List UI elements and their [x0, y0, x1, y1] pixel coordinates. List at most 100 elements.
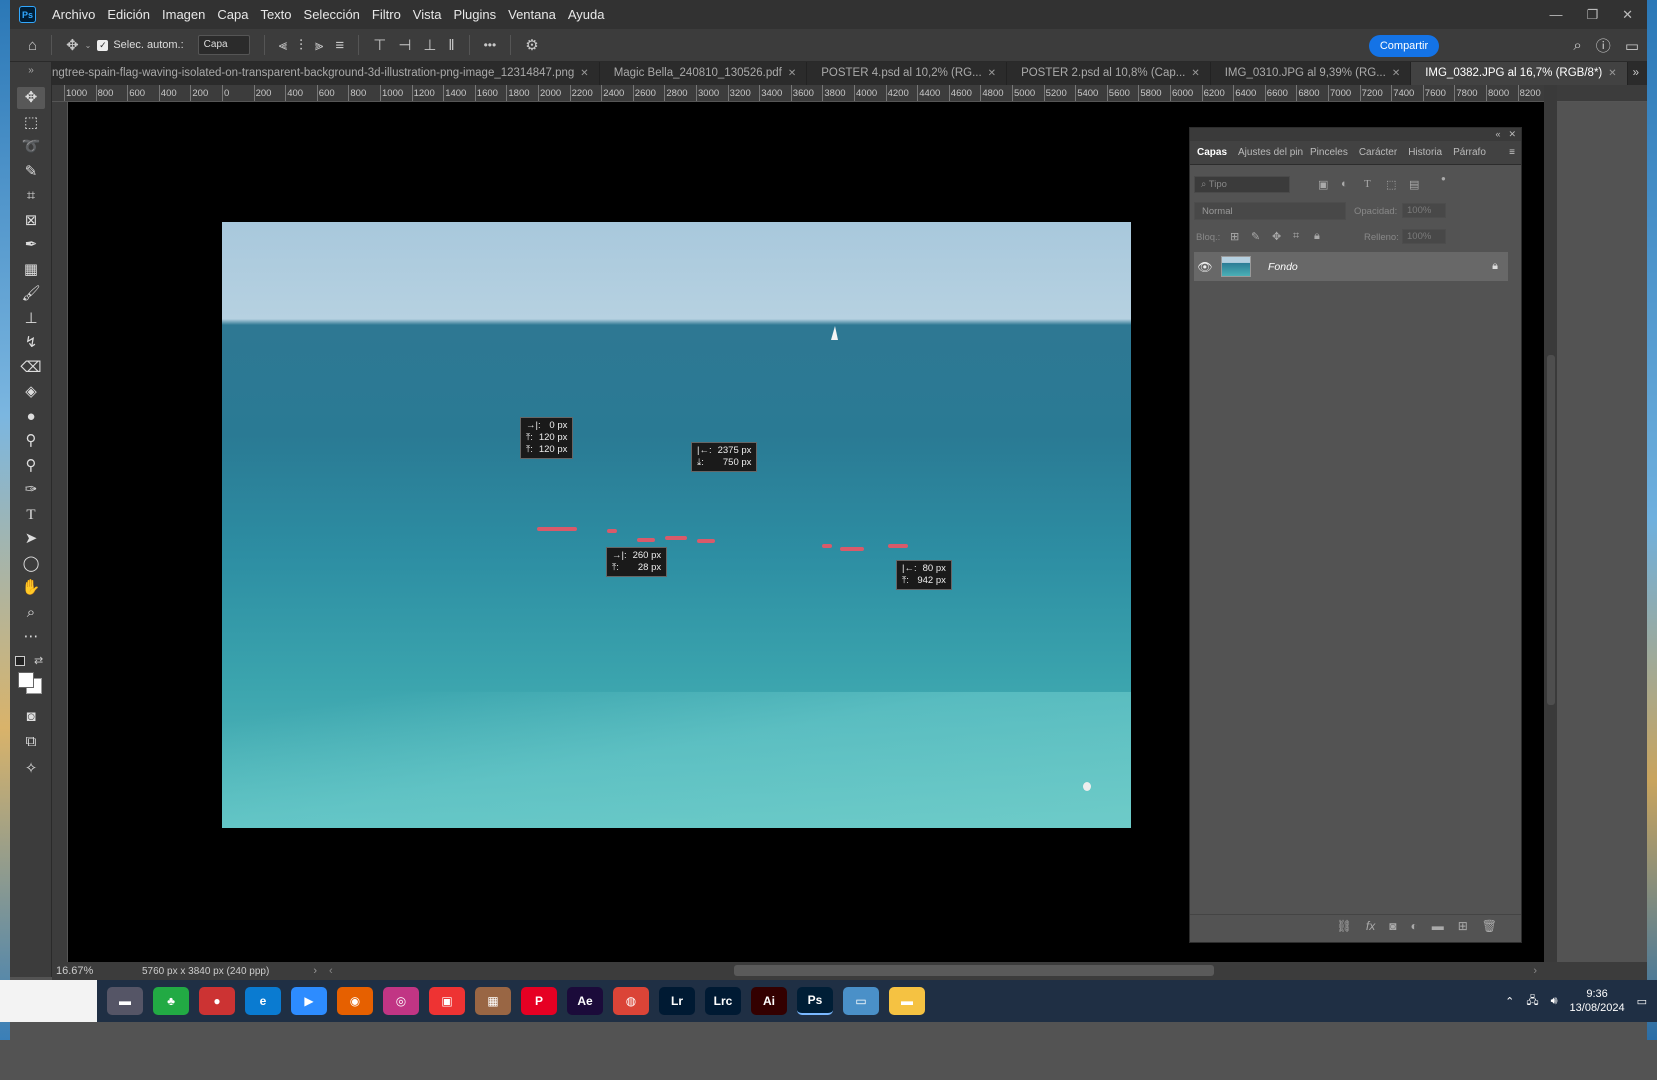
marquee-tool-icon[interactable]: ⬚	[17, 112, 45, 134]
zoom-level[interactable]: 16.67%	[52, 965, 112, 977]
image-filter-icon[interactable]: ▣	[1318, 178, 1328, 191]
menu-vista[interactable]: Vista	[407, 7, 448, 22]
menu-texto[interactable]: Texto	[254, 7, 297, 22]
sponge-tool-icon[interactable]: ⚲	[17, 455, 45, 477]
fill-input[interactable]: 100%	[1402, 229, 1446, 244]
brush-tool-icon[interactable]: 🖌	[17, 283, 45, 305]
new-group-icon[interactable]: ▬	[1432, 919, 1444, 933]
close-icon[interactable]: ✕	[788, 62, 796, 85]
tab-historia[interactable]: Historia	[1401, 147, 1446, 158]
home-icon[interactable]: ⌂	[28, 37, 37, 54]
eyedropper-tool-icon[interactable]: ✒	[17, 234, 45, 256]
taskbar-app-canva-icon[interactable]: ▣	[429, 987, 465, 1015]
chevron-down-icon[interactable]: ⌄	[85, 41, 92, 50]
frame-tool-icon[interactable]: ⊠	[17, 210, 45, 232]
expand-panel-icon[interactable]: »	[17, 60, 45, 82]
collapse-panel-icon[interactable]: «	[1495, 128, 1500, 141]
vertical-scrollbar[interactable]	[1544, 85, 1557, 962]
filter-toggle-icon[interactable]: ●	[1441, 174, 1446, 183]
scroll-right-icon[interactable]: ›	[1533, 965, 1537, 977]
align-hcenter-icon[interactable]: ⫶	[299, 37, 303, 54]
dodge-tool-icon[interactable]: ⚲	[17, 430, 45, 452]
layer-style-icon[interactable]: fx	[1366, 919, 1375, 933]
new-layer-icon[interactable]: ⊞	[1458, 919, 1468, 933]
foreground-color-swatch[interactable]	[18, 672, 34, 688]
move-tool-icon[interactable]: ✥	[66, 36, 79, 54]
menu-edicion[interactable]: Edición	[101, 7, 156, 22]
shape-filter-icon[interactable]: ⬚	[1386, 178, 1396, 191]
menu-ayuda[interactable]: Ayuda	[562, 7, 611, 22]
lasso-tool-icon[interactable]: ➰	[17, 136, 45, 158]
layer-name[interactable]: Fondo	[1268, 261, 1298, 273]
tab-img-0382[interactable]: IMG_0382.JPG al 16,7% (RGB/8*) ✕	[1411, 62, 1628, 85]
taskbar-app-media-icon[interactable]: ▦	[475, 987, 511, 1015]
gear-icon[interactable]: ⚙	[525, 36, 538, 54]
link-layers-icon[interactable]: ⛓	[1337, 919, 1352, 933]
scrollbar-thumb[interactable]	[1547, 355, 1555, 705]
taskbar-app-instagram-icon[interactable]: ◎	[383, 987, 419, 1015]
chevron-right-icon[interactable]: ›	[313, 965, 317, 977]
blend-mode-dropdown[interactable]: Normal	[1194, 202, 1346, 220]
align-vcenter-icon[interactable]: ⊣	[398, 36, 411, 54]
menu-plugins[interactable]: Plugins	[447, 7, 502, 22]
close-icon[interactable]: ✕	[1191, 62, 1199, 85]
taskbar-app-lr-icon[interactable]: Lr	[659, 987, 695, 1015]
crop-tool-icon[interactable]: ⌗	[17, 185, 45, 207]
path-selection-tool-icon[interactable]: ➤	[17, 528, 45, 550]
lock-icon[interactable]: 🔒︎	[1492, 260, 1498, 273]
distribute-vertical-icon[interactable]: ‖	[448, 37, 454, 54]
taskbar-app-ps-icon[interactable]: Ps	[797, 987, 833, 1015]
taskbar-app-pinterest-icon[interactable]: P	[521, 987, 557, 1015]
maximize-button[interactable]: ❐	[1586, 7, 1598, 23]
menu-capa[interactable]: Capa	[211, 7, 254, 22]
document-image[interactable]: →|: 0 px ⤒: 120 px ⤒: 120 px |←: 2375 px ⤓: 7…	[222, 222, 1131, 828]
align-bottom-icon[interactable]: ⊥	[423, 36, 436, 54]
eraser-tool-icon[interactable]: ⌫	[17, 357, 45, 379]
type-filter-icon[interactable]: T	[1364, 178, 1371, 190]
taskbar-app-lrc-icon[interactable]: Lrc	[705, 987, 741, 1015]
distribute-horizontal-icon[interactable]: ≡	[335, 37, 344, 54]
ellipse-tool-icon[interactable]: ◯	[17, 553, 45, 575]
auto-select-checkbox[interactable]: ✓	[97, 39, 109, 51]
quick-mask-icon[interactable]: ◙	[17, 706, 45, 728]
zoom-tool-icon[interactable]: ⌕	[17, 602, 45, 624]
menu-archivo[interactable]: Archivo	[46, 7, 101, 22]
close-icon[interactable]: ✕	[1608, 62, 1616, 85]
align-top-icon[interactable]: ⊤	[373, 36, 386, 54]
taskbar-app-firefox-icon[interactable]: ◉	[337, 987, 373, 1015]
clock[interactable]: 9:36 13/08/2024	[1570, 987, 1625, 1015]
scroll-left-icon[interactable]: ‹	[329, 965, 333, 977]
close-icon[interactable]: ✕	[988, 62, 996, 85]
tab-caracter[interactable]: Carácter	[1352, 147, 1401, 158]
add-mask-icon[interactable]: ◙	[1389, 919, 1396, 933]
chevron-up-icon[interactable]: ⌃	[1505, 995, 1514, 1008]
minimize-button[interactable]: —	[1549, 7, 1562, 22]
paint-bucket-tool-icon[interactable]: ◈	[17, 381, 45, 403]
generative-icon[interactable]: ✧	[17, 758, 45, 780]
taskbar-app-edge-icon[interactable]: e	[245, 987, 281, 1015]
tab-capas[interactable]: Capas	[1190, 147, 1231, 158]
tab-img-0310[interactable]: IMG_0310.JPG al 9,39% (RG... ✕	[1211, 62, 1412, 85]
lock-artboard-icon[interactable]: ⌗	[1293, 230, 1299, 243]
taskbar-app-photos-icon[interactable]: ▭	[843, 987, 879, 1015]
share-button[interactable]: Compartir	[1369, 35, 1439, 57]
taskbar-app-game-icon[interactable]: ♣	[153, 987, 189, 1015]
search-icon[interactable]: ⌕	[1573, 37, 1581, 54]
layer-row[interactable]: 👁︎ Fondo 🔒︎	[1194, 252, 1508, 281]
close-panel-icon[interactable]: ✕	[1508, 128, 1516, 141]
healing-brush-tool-icon[interactable]: ▦	[17, 259, 45, 281]
menu-filtro[interactable]: Filtro	[366, 7, 407, 22]
adjustment-layer-icon[interactable]: ◐	[1410, 919, 1417, 933]
tab-magic-bella[interactable]: Magic Bella_240810_130526.pdf ✕	[600, 62, 808, 85]
opacity-input[interactable]: 100%	[1402, 203, 1446, 218]
eye-icon[interactable]: 👁︎	[1194, 260, 1216, 274]
taskbar-app-explorer-icon[interactable]: ▬	[889, 987, 925, 1015]
close-icon[interactable]: ✕	[1392, 62, 1400, 85]
history-brush-tool-icon[interactable]: ↯	[17, 332, 45, 354]
volume-icon[interactable]: 🔊︎	[1551, 995, 1558, 1008]
network-icon[interactable]: 🖧︎	[1526, 992, 1538, 1011]
taskbar-app-ai-icon[interactable]: Ai	[751, 987, 787, 1015]
menu-imagen[interactable]: Imagen	[156, 7, 211, 22]
more-tabs-icon[interactable]: »	[1633, 62, 1639, 85]
lock-transparent-icon[interactable]: ⊞	[1230, 230, 1239, 243]
